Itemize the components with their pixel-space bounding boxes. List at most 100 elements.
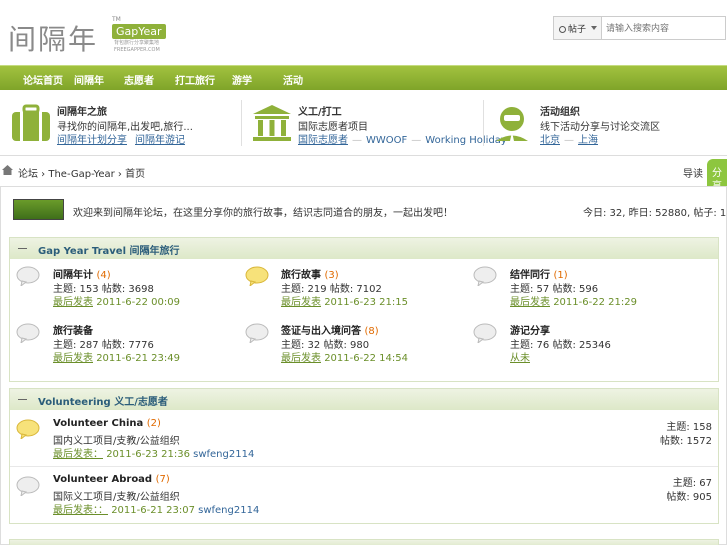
last-post-label: 最后发表	[53, 297, 93, 308]
forum-bubble-icon	[473, 266, 497, 286]
last-post-date: 2011-6-21 23:49	[96, 353, 180, 364]
link-gapyear-plans[interactable]: 间隔年计划分享	[57, 135, 127, 146]
logo-subtitle: 背包旅行分享聚集地 FREEGAPPER.COM	[114, 40, 160, 54]
logo-trademark: TM	[112, 16, 121, 23]
site-header: 间隔年 TM GapYear 背包旅行分享聚集地 FREEGAPPER.COM …	[0, 0, 727, 65]
link-separator: —	[564, 135, 574, 146]
search-icon	[559, 26, 566, 33]
feature-title-travel: 间隔年之旅	[57, 107, 107, 118]
category-title[interactable]: Gap Year Travel 间隔年旅行	[38, 242, 179, 257]
forum-post-count: 帖数: 905	[666, 492, 712, 503]
forum-bubble-icon	[473, 323, 497, 343]
forum-bubble-new-icon	[245, 266, 269, 286]
forum-bubble-icon	[16, 323, 40, 343]
forum-bubble-icon	[16, 476, 40, 496]
suitcase-icon	[12, 104, 50, 141]
forum-post-count: 帖数: 1572	[660, 436, 712, 447]
category-title[interactable]: Volunteering 义工/志愿者	[38, 393, 168, 408]
last-post-label: 最后发表	[281, 297, 321, 308]
forum-bubble-new-icon	[16, 419, 40, 439]
forum-row: Volunteer China (2) 国内义工项目/支教/公益组织 最后发表：…	[10, 410, 718, 466]
link-intl-volunteer[interactable]: 国际志愿者	[298, 135, 348, 146]
forum-row: 旅行装备 主题: 287 帖数: 7776 最后发表 2011-6-21 23:…	[10, 317, 718, 377]
forum-new-count: (7)	[155, 474, 170, 485]
forum-last-post[interactable]: 最后发表 2011-6-22 21:29	[510, 293, 637, 308]
breadcrumb-path[interactable]: 论坛 › The-Gap-Year › 首页	[18, 165, 145, 180]
forum-title[interactable]: 旅行装备	[53, 322, 93, 337]
category-header	[10, 540, 718, 545]
logo-subtitle-en: FREEGAPPER.COM	[114, 47, 160, 53]
last-post-user: swfeng2114	[198, 505, 260, 516]
forum-panel: 欢迎来到间隔年论坛，在这里分享你的旅行故事，结识志同道合的朋友，一起出发吧！ 今…	[0, 186, 727, 545]
feature-title-events: 活动组织	[540, 107, 580, 118]
link-beijing[interactable]: 北京	[540, 135, 560, 146]
search-type-select[interactable]: 帖子	[554, 17, 602, 39]
stats-bar: 欢迎来到间隔年论坛，在这里分享你的旅行故事，结识志同道合的朋友，一起出发吧！ 今…	[1, 187, 727, 233]
category-next	[9, 539, 719, 545]
home-icon[interactable]	[2, 165, 13, 175]
collapse-icon[interactable]	[18, 248, 27, 249]
breadcrumb: 论坛 › The-Gap-Year › 首页 导读	[0, 160, 705, 182]
feature-links-volunteer: 国际志愿者 — WWOOF — Working Holiday	[298, 131, 507, 146]
forum-topic-count: 主题: 158	[666, 422, 712, 433]
nav-item-study[interactable]: 游学	[232, 72, 252, 87]
last-post-label: 最后发表	[281, 353, 321, 364]
forum-last-post[interactable]: 最后发表 2011-6-21 23:49	[53, 349, 180, 364]
category-gapyear: Gap Year Travel 间隔年旅行 间隔年计 (4) 主题: 153 帖…	[9, 237, 719, 382]
site-logo[interactable]: 间隔年	[8, 18, 98, 58]
forum-last-post[interactable]: 从未	[510, 349, 530, 364]
forum-title[interactable]: 结伴同行 (1)	[510, 266, 568, 281]
link-gapyear-notes[interactable]: 间隔年游记	[135, 135, 185, 146]
search-input[interactable]	[606, 21, 722, 36]
feature-links-events: 北京 — 上海	[540, 131, 598, 146]
last-post-date: 2011-6-22 00:09	[96, 297, 180, 308]
forum-new-count: (2)	[146, 418, 161, 429]
nav-item-home[interactable]: 论坛首页	[23, 72, 63, 87]
banner-thumbnail[interactable]	[13, 199, 64, 220]
forum-row: 间隔年计 (4) 主题: 153 帖数: 3698 最后发表 2011-6-22…	[10, 259, 718, 317]
last-post-label: 从未	[510, 353, 530, 364]
forum-title[interactable]: 签证与出入境问答 (8)	[281, 322, 379, 337]
notice-text: 欢迎来到间隔年论坛，在这里分享你的旅行故事，结识志同道合的朋友，一起出发吧！	[73, 208, 453, 219]
search-box: 帖子	[553, 16, 726, 40]
nav-item-volunteer[interactable]: 志愿者	[124, 72, 154, 87]
forum-title[interactable]: 游记分享	[510, 322, 550, 337]
nav-item-gapyear[interactable]: 间隔年	[74, 72, 104, 87]
link-shanghai[interactable]: 上海	[578, 135, 598, 146]
guide-link[interactable]: 导读	[683, 165, 703, 180]
nav-item-events[interactable]: 活动	[283, 72, 303, 87]
site-stats: 今日: 32, 昨日: 52880, 帖子: 1863	[583, 208, 727, 219]
link-separator: —	[352, 135, 362, 146]
category-volunteering: Volunteering 义工/志愿者 Volunteer China (2) …	[9, 388, 719, 524]
forum-last-post[interactable]: 最后发表 2011-6-22 14:54	[281, 349, 408, 364]
forum-name: Volunteer Abroad	[53, 474, 153, 485]
forum-title[interactable]: 旅行故事 (3)	[281, 266, 339, 281]
nav-item-workholiday[interactable]: 打工旅行	[175, 72, 215, 87]
last-post-label: 最后发表	[510, 297, 550, 308]
forum-last-post[interactable]: 最后发表： 2011-6-23 21:36 swfeng2114	[53, 445, 254, 460]
search-type-label: 帖子	[568, 25, 587, 35]
chevron-down-icon	[591, 26, 597, 30]
forum-row: Volunteer Abroad (7) 国际义工项目/支教/公益组织 最后发表…	[10, 467, 718, 523]
forum-last-post[interactable]: 最后发表 2011-6-23 21:15	[281, 293, 408, 308]
last-post-label: 最后发表	[53, 353, 93, 364]
forum-bubble-icon	[245, 323, 269, 343]
forum-title[interactable]: Volunteer Abroad (7)	[53, 474, 170, 485]
forum-last-post[interactable]: 最后发表：： 2011-6-21 23:07 swfeng2114	[53, 501, 259, 516]
forum-topic-count: 主题: 67	[672, 478, 712, 489]
category-header: Gap Year Travel 间隔年旅行	[10, 238, 718, 259]
collapse-icon[interactable]	[18, 399, 27, 400]
feature-links-travel: 间隔年计划分享 间隔年游记	[57, 131, 185, 146]
feature-strip: 间隔年之旅 寻找你的间隔年,出发吧,旅行... 间隔年计划分享 间隔年游记 义工/…	[0, 90, 727, 156]
forum-title[interactable]: 间隔年计 (4)	[53, 266, 111, 281]
forum-title[interactable]: Volunteer China (2)	[53, 418, 161, 429]
last-post-user: swfeng2114	[193, 449, 255, 460]
forum-last-post[interactable]: 最后发表 2011-6-22 00:09	[53, 293, 180, 308]
category-header: Volunteering 义工/志愿者	[10, 389, 718, 410]
link-wwoof[interactable]: WWOOF	[366, 135, 407, 146]
last-post-date: 2011-6-21 23:07	[111, 505, 195, 516]
forum-bubble-icon	[16, 266, 40, 286]
logo-badge: GapYear	[112, 24, 166, 39]
logo-subtitle-cn: 背包旅行分享聚集地	[114, 40, 160, 46]
link-separator: —	[411, 135, 422, 146]
